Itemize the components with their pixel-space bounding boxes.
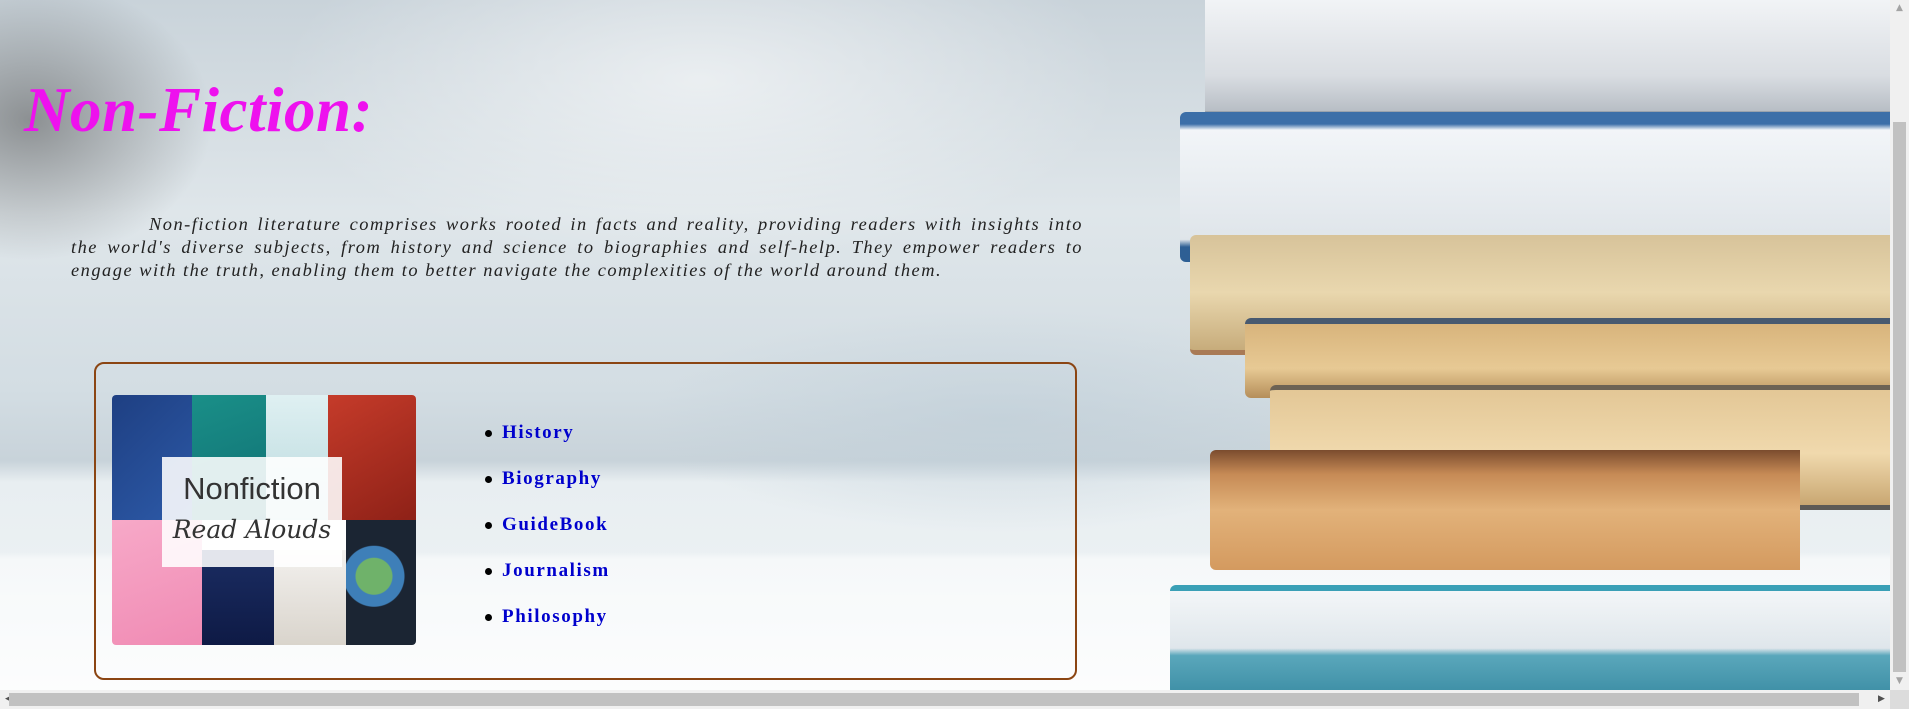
- book: [1210, 450, 1800, 570]
- scroll-right-arrow-icon[interactable]: ▶: [1873, 690, 1890, 709]
- scroll-up-arrow-icon[interactable]: ▲: [1890, 0, 1909, 17]
- book-stack-image: [1150, 0, 1890, 690]
- bullet-icon: [485, 475, 492, 483]
- bullet-icon: [485, 429, 492, 437]
- horizontal-scroll-thumb[interactable]: [9, 693, 1859, 706]
- topic-link-biography[interactable]: Biography: [502, 468, 602, 490]
- scroll-down-arrow-icon[interactable]: ▼: [1890, 673, 1909, 690]
- bullet-icon: [485, 521, 492, 529]
- vertical-scrollbar[interactable]: ▲ ▼: [1890, 0, 1909, 690]
- book: [1170, 585, 1890, 690]
- intro-paragraph: Non-fiction literature comprises works r…: [71, 214, 1083, 280]
- page-title: Non-Fiction:: [24, 75, 374, 145]
- topic-link-philosophy[interactable]: Philosophy: [502, 606, 608, 628]
- topic-list: History Biography GuideBook Journalism P…: [485, 410, 610, 640]
- topic-link-history[interactable]: History: [502, 422, 574, 444]
- topics-card: Nonfiction Read Alouds History Biography…: [94, 362, 1077, 680]
- vertical-scroll-thumb[interactable]: [1893, 122, 1906, 672]
- bullet-icon: [485, 613, 492, 621]
- list-item: Philosophy: [485, 594, 610, 640]
- list-item: GuideBook: [485, 502, 610, 548]
- collage-caption-line2: Read Alouds: [172, 515, 332, 544]
- list-item: Biography: [485, 456, 610, 502]
- list-item: History: [485, 410, 610, 456]
- list-item: Journalism: [485, 548, 610, 594]
- book-cover: [346, 520, 416, 645]
- topic-link-guidebook[interactable]: GuideBook: [502, 514, 608, 536]
- topic-link-journalism[interactable]: Journalism: [502, 560, 610, 582]
- scrollbar-corner: [1890, 690, 1909, 709]
- collage-caption: Nonfiction Read Alouds: [162, 457, 342, 567]
- book: [1205, 0, 1890, 117]
- horizontal-scrollbar[interactable]: ◀ ▶: [0, 690, 1890, 709]
- collage-caption-line1: Nonfiction: [183, 471, 321, 506]
- bullet-icon: [485, 567, 492, 575]
- nonfiction-collage-image: Nonfiction Read Alouds: [112, 395, 416, 645]
